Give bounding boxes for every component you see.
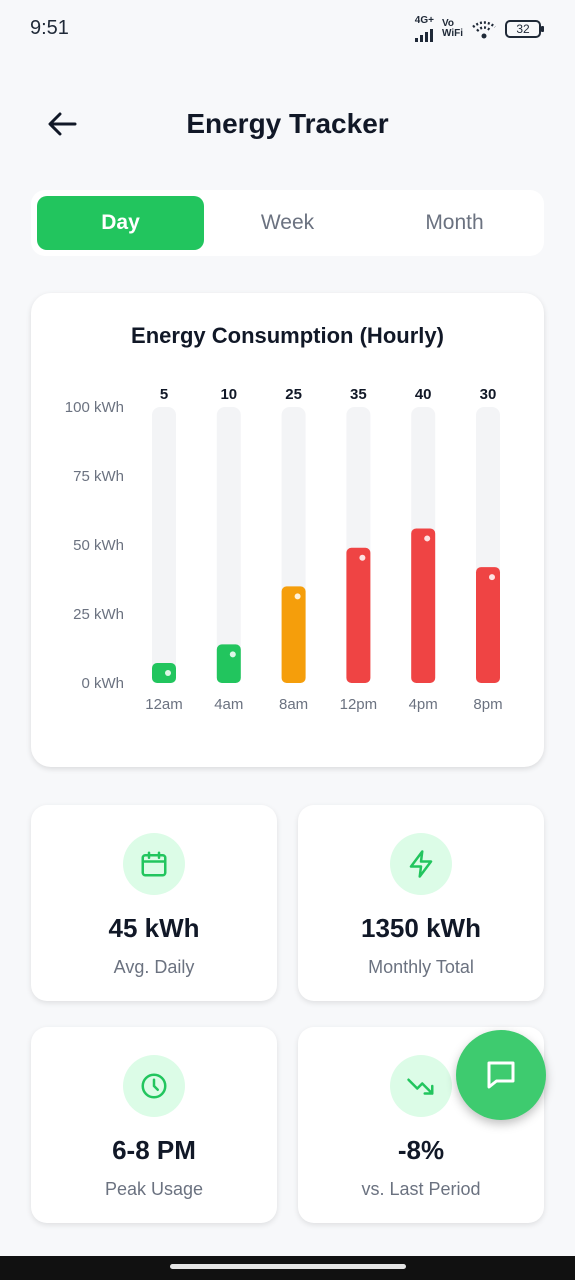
stat-value: 6-8 PM	[112, 1135, 196, 1165]
lightning-icon	[409, 850, 433, 878]
bar-chart: 100 kWh 75 kWh 50 kWh 25 kWh 0 kWh 5 12am 10 4am…	[65, 386, 503, 713]
bar	[216, 644, 241, 683]
clock-icon	[141, 1073, 167, 1099]
stat-value: 1350 kWh	[361, 913, 481, 943]
bar	[411, 528, 436, 683]
bar-dot	[165, 670, 171, 676]
stat-label: Monthly Total	[368, 957, 474, 977]
cellular-signal-icon: 4G+	[414, 15, 434, 42]
x-tick-label: 12am	[145, 696, 183, 713]
status-time: 9:51	[30, 17, 69, 39]
y-tick-label: 75 kWh	[73, 468, 124, 485]
x-tick-label: 8am	[279, 696, 308, 713]
stat-label: vs. Last Period	[361, 1179, 481, 1199]
bar-value-label: 5	[160, 386, 168, 403]
bar-value-label: 25	[285, 386, 302, 403]
bar-value-label: 40	[415, 386, 432, 403]
stat-icon-bg	[123, 833, 185, 895]
tab-week[interactable]: Week	[204, 196, 371, 250]
bar-value-label: 10	[220, 386, 237, 403]
stat-value: 45 kWh	[108, 913, 200, 943]
bar	[152, 663, 176, 683]
stat-icon-bg	[390, 833, 452, 895]
chat-button[interactable]	[456, 1030, 546, 1120]
stat-card-monthly-total: 1350 kWh Monthly Total	[298, 805, 544, 1001]
home-indicator[interactable]	[170, 1264, 406, 1269]
calendar-icon	[141, 851, 167, 877]
y-tick-label: 100 kWh	[65, 399, 124, 416]
y-tick-label: 25 kWh	[73, 606, 124, 623]
bar-dot	[359, 554, 366, 561]
wifi-icon	[472, 21, 496, 39]
header: Energy Tracker	[0, 96, 575, 152]
x-tick-label: 4pm	[409, 696, 438, 713]
chart-card: Energy Consumption (Hourly) 100 kWh 75 kW…	[31, 293, 544, 767]
bar-dot	[424, 535, 431, 542]
vowifi-icon: Vo WiFi	[441, 18, 463, 39]
status-bar: 9:51 4G+ Vo WiFi 32	[0, 0, 575, 56]
bar-dot	[229, 651, 236, 658]
trending-down-icon	[407, 1078, 434, 1095]
stat-card-avg-daily: 45 kWh Avg. Daily	[31, 805, 277, 1001]
bar	[346, 547, 371, 683]
stat-card-peak-usage: 6-8 PM Peak Usage	[31, 1027, 277, 1223]
page-title: Energy Tracker	[186, 108, 389, 139]
bar	[476, 567, 500, 683]
x-tick-label: 4am	[214, 696, 243, 713]
period-tabs: Day Week Month	[31, 190, 544, 256]
status-icons: 4G+ Vo WiFi 32	[414, 15, 544, 42]
bar-dot	[489, 574, 495, 581]
stat-value: -8%	[397, 1135, 445, 1165]
bar-value-label: 30	[480, 386, 497, 403]
bar-track	[216, 407, 241, 683]
tab-day[interactable]: Day	[37, 196, 204, 250]
x-tick-label: 12pm	[340, 696, 378, 713]
bar-value-label: 35	[350, 386, 367, 403]
y-tick-label: 50 kWh	[73, 537, 124, 554]
stat-icon-bg	[123, 1055, 185, 1117]
system-nav-bar	[0, 1256, 575, 1280]
bar-track	[152, 407, 176, 683]
stat-icon-bg	[390, 1055, 452, 1117]
x-tick-label: 8pm	[473, 696, 502, 713]
stat-label: Avg. Daily	[113, 957, 195, 977]
battery-icon: 32	[505, 20, 544, 38]
chat-icon	[487, 1061, 515, 1089]
network-type: 4G+	[414, 15, 434, 26]
bar-dot	[294, 593, 301, 600]
y-tick-label: 0 kWh	[81, 675, 124, 692]
stat-label: Peak Usage	[104, 1179, 204, 1199]
tab-month[interactable]: Month	[371, 196, 538, 250]
bar	[281, 586, 306, 683]
